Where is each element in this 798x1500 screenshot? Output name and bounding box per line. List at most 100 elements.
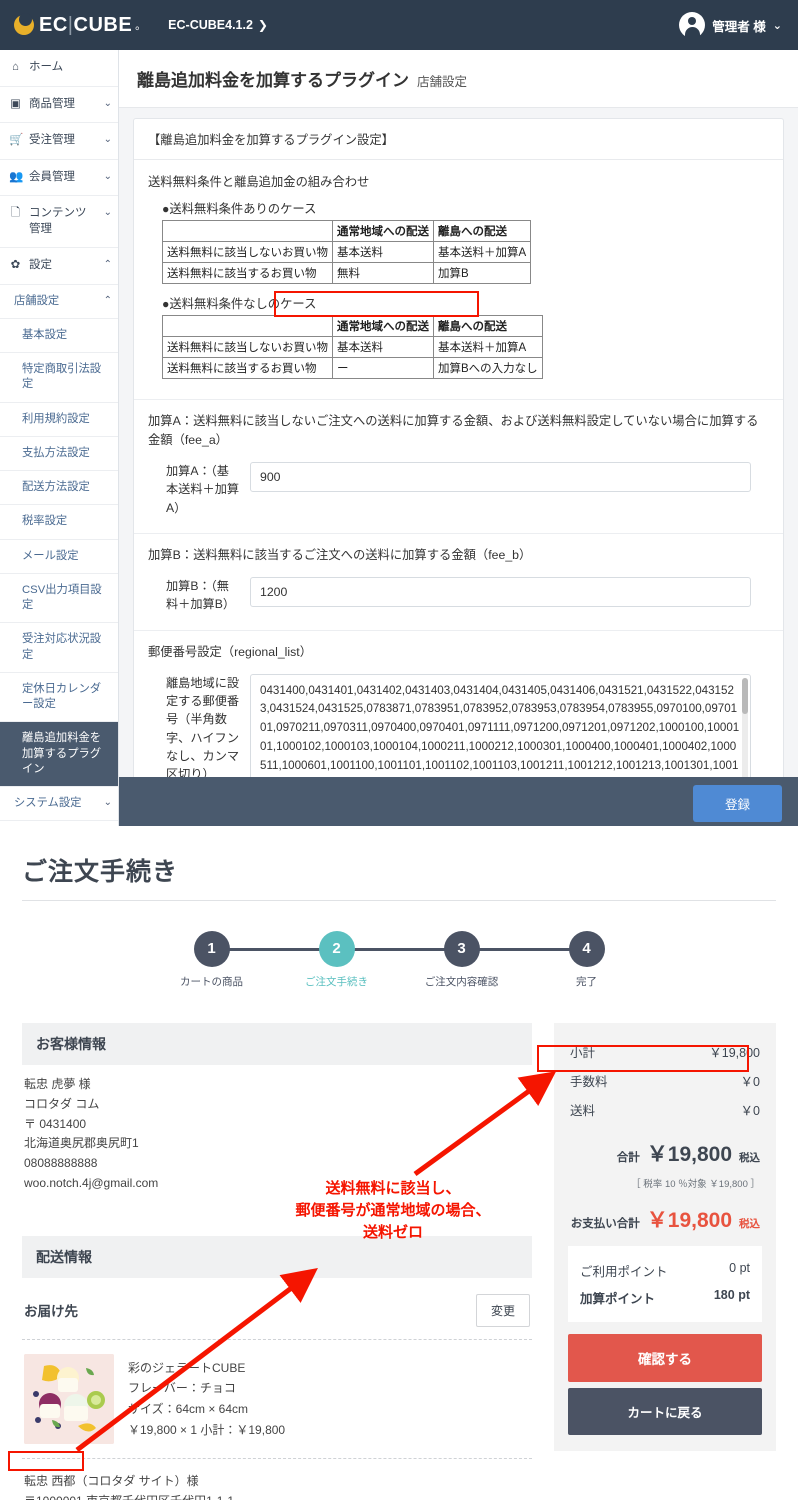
customer-name: 転忠 虎夢 様 bbox=[24, 1077, 91, 1091]
combination-section: 送料無料条件と離島追加金の組み合わせ ●送料無料条件ありのケース 通常地域への配… bbox=[134, 160, 783, 400]
logo-dot: 。 bbox=[135, 20, 147, 32]
step-number: 4 bbox=[568, 931, 605, 967]
cell: 加算Bへの入力なし bbox=[433, 357, 543, 379]
fee-a-input[interactable]: 900 bbox=[250, 462, 751, 493]
gear-icon: ✿ bbox=[10, 259, 21, 272]
cell: 基本送料 bbox=[332, 241, 434, 263]
chevron-up-icon: ⌃ bbox=[103, 259, 112, 271]
sidebar-item-members[interactable]: 👥 会員管理 ⌄ bbox=[0, 160, 118, 197]
shipping-info-heading: 配送情報 bbox=[22, 1235, 532, 1278]
fee-a-label: 加算A：（基本送料＋加算A） bbox=[166, 464, 240, 515]
page-header: 離島追加料金を加算するプラグイン 店舗設定 bbox=[119, 50, 798, 108]
sidebar-item-csv[interactable]: CSV出力項目設定 bbox=[0, 574, 118, 624]
back-to-cart-button[interactable]: カートに戻る bbox=[568, 1388, 762, 1435]
admin-user-menu[interactable]: 管理者 様 ⌄ bbox=[679, 0, 782, 50]
admin-sidebar: ⌂ ホーム ▣ 商品管理 ⌄ 🛒 受注管理 ⌄ 👥 会員管理 ⌄ 🗋 コンテンツ… bbox=[0, 50, 119, 830]
total-tax-label: 税込 bbox=[739, 1152, 760, 1164]
col-header: 通常地域への配送 bbox=[332, 220, 434, 242]
sidebar-item-orders[interactable]: 🛒 受注管理 ⌄ bbox=[0, 123, 118, 160]
product-flavor: フレーバー：チョコ bbox=[128, 1381, 236, 1396]
register-button[interactable]: 登録 bbox=[692, 785, 782, 822]
admin-body: ⌂ ホーム ▣ 商品管理 ⌄ 🛒 受注管理 ⌄ 👥 会員管理 ⌄ 🗋 コンテンツ… bbox=[0, 50, 798, 830]
sidebar-item-label: 設定 bbox=[29, 259, 52, 272]
step-complete: 4 完了 bbox=[524, 931, 649, 989]
total-label: 合計 bbox=[616, 1152, 640, 1164]
col-header bbox=[162, 220, 333, 242]
step-connector bbox=[211, 948, 337, 951]
cell: 基本送料＋加算A bbox=[433, 336, 543, 358]
deliver-to-row: お届け先 変更 bbox=[22, 1278, 532, 1339]
change-address-button[interactable]: 変更 bbox=[475, 1293, 530, 1327]
sidebar-item-terms[interactable]: 利用規約設定 bbox=[0, 403, 118, 437]
table-row: 送料無料に該当するお買い物 ー 加算Bへの入力なし bbox=[162, 357, 543, 379]
page-title: 離島追加料金を加算するプラグイン bbox=[137, 71, 409, 90]
chevron-down-icon: ⌄ bbox=[103, 207, 112, 219]
points-earned-value: 180 pt bbox=[713, 1288, 750, 1302]
admin-bottom-edge bbox=[0, 826, 798, 830]
fee-b-input[interactable]: 1200 bbox=[250, 577, 751, 608]
sidebar-item-contents[interactable]: 🗋 コンテンツ管理 ⌄ bbox=[0, 196, 118, 249]
sidebar-item-tokutei[interactable]: 特定商取引法設定 bbox=[0, 353, 118, 403]
logo-text: EC|CUBE bbox=[39, 13, 133, 36]
step-number: 1 bbox=[193, 931, 230, 967]
sidebar-item-settings[interactable]: ✿ 設定 ⌃ bbox=[0, 248, 118, 285]
product-price-line: ￥19,800 × 1 小計：￥19,800 bbox=[128, 1422, 286, 1437]
admin-header: EC|CUBE 。 EC-CUBE4.1.2 ❯ 管理者 様 ⌄ bbox=[0, 0, 798, 50]
sidebar-item-remote-island-plugin[interactable]: 離島追加料金を加算するプラグイン bbox=[0, 722, 118, 788]
sidebar-item-holiday-calendar[interactable]: 定休日カレンダー設定 bbox=[0, 673, 118, 723]
customer-email: woo.notch.4j@gmail.com bbox=[24, 1175, 159, 1190]
screenshot-root: EC|CUBE 。 EC-CUBE4.1.2❯ 管理者 様 ⌄ ⌂ ホーム ▣ bbox=[0, 0, 798, 1500]
section-title: 送料無料条件と離島追加金の組み合わせ bbox=[148, 175, 370, 189]
payment-total-row: お支払い合計 ￥19,800 税込 bbox=[568, 1190, 762, 1246]
sidebar-item-basic[interactable]: 基本設定 bbox=[0, 319, 118, 354]
sidebar-item-payment[interactable]: 支払方法設定 bbox=[0, 437, 118, 472]
customer-kana: コロタダ コム bbox=[24, 1096, 100, 1111]
table-a-caption: ●送料無料条件ありのケース bbox=[162, 202, 317, 216]
cell: 送料無料に該当するお買い物 bbox=[162, 357, 333, 379]
regional-description: 郵便番号設定（regional_list） bbox=[148, 644, 312, 659]
total-row: 合計 ￥19,800 税込 bbox=[568, 1124, 762, 1170]
deliver-to-label: お届け先 bbox=[24, 1304, 78, 1320]
table-row: 送料無料に該当しないお買い物 基本送料 基本送料＋加算A bbox=[162, 336, 543, 358]
sidebar-item-products[interactable]: ▣ 商品管理 ⌄ bbox=[0, 87, 118, 124]
summary-value: ￥0 bbox=[740, 1104, 760, 1118]
product-row: 彩のジェラートCUBE フレーバー：チョコ サイズ：64cm × 64cm ￥1… bbox=[22, 1340, 532, 1458]
summary-label: 送料 bbox=[570, 1104, 596, 1118]
admin-content: 離島追加料金を加算するプラグイン 店舗設定 【離島追加料金を加算するプラグイン設… bbox=[119, 50, 798, 830]
checkout-right-column: 小計 ￥19,800 手数料 ￥0 送料 ￥0 合計 ￥19,800 税込 ［ … bbox=[554, 1023, 776, 1451]
sidebar-item-tax[interactable]: 税率設定 bbox=[0, 505, 118, 540]
sidebar-item-mail[interactable]: メール設定 bbox=[0, 540, 118, 574]
summary-value: ￥0 bbox=[740, 1075, 760, 1089]
cell: 無料 bbox=[332, 262, 434, 284]
confirm-button[interactable]: 確認する bbox=[568, 1334, 762, 1382]
shipping-zip-address: 〒1000001 東京都千代田区千代田1-1-1 bbox=[24, 1491, 530, 1500]
customer-info-body: 転忠 虎夢 様 コロタダ コム 〒 0431400 北海道奥尻郡奥尻町1 080… bbox=[22, 1065, 532, 1212]
regional-label: 離島地域に設定する郵便番号（半角数字、ハイフンなし、カンマ区切り） bbox=[166, 675, 240, 782]
sidebar-item-home[interactable]: ⌂ ホーム bbox=[0, 50, 118, 87]
customer-zip: 〒 0431400 bbox=[24, 1116, 87, 1131]
sidebar-item-delivery[interactable]: 配送方法設定 bbox=[0, 471, 118, 506]
document-icon: 🗋 bbox=[10, 207, 21, 220]
total-value: ￥19,800 bbox=[646, 1143, 732, 1166]
customer-address: 北海道奥尻郡奥尻町1 bbox=[24, 1136, 139, 1151]
sidebar-item-order-status[interactable]: 受注対応状況設定 bbox=[0, 623, 118, 673]
cell: 送料無料に該当しないお買い物 bbox=[162, 336, 333, 358]
fee-b-row: 加算B：（無料＋加算B） 1200 bbox=[148, 577, 769, 620]
summary-value: ￥19,800 bbox=[709, 1046, 760, 1060]
eccube-logo[interactable]: EC|CUBE 。 bbox=[14, 13, 147, 37]
sidebar-item-store-settings[interactable]: 店舗設定 ⌃ bbox=[0, 285, 118, 319]
order-summary: 小計 ￥19,800 手数料 ￥0 送料 ￥0 合計 ￥19,800 税込 ［ … bbox=[554, 1023, 776, 1451]
tax-note: ［ 税率 10 ％対象 ￥19,800 ］ bbox=[631, 1179, 760, 1190]
shipping-address-block: 転忠 西都（コロタダ サイト）様 〒1000001 東京都千代田区千代田1-1-… bbox=[22, 1459, 532, 1500]
sidebar-item-system-settings[interactable]: システム設定 ⌄ bbox=[0, 787, 118, 822]
chevron-right-icon: ❯ bbox=[257, 18, 268, 32]
points-used-label: ご利用ポイント bbox=[580, 1265, 668, 1279]
admin-panel: EC|CUBE 。 EC-CUBE4.1.2❯ 管理者 様 ⌄ ⌂ ホーム ▣ bbox=[0, 0, 798, 830]
step-connector bbox=[336, 948, 462, 951]
col-header: 離島への配送 bbox=[432, 220, 532, 242]
version-selector[interactable]: EC-CUBE4.1.2 ❯ bbox=[168, 18, 268, 32]
customer-info-heading: お客様情報 bbox=[22, 1023, 532, 1065]
admin-footer-bar: 登録 bbox=[119, 777, 798, 830]
payment-tax-label: 税込 bbox=[739, 1218, 760, 1230]
step-connector bbox=[461, 948, 587, 951]
